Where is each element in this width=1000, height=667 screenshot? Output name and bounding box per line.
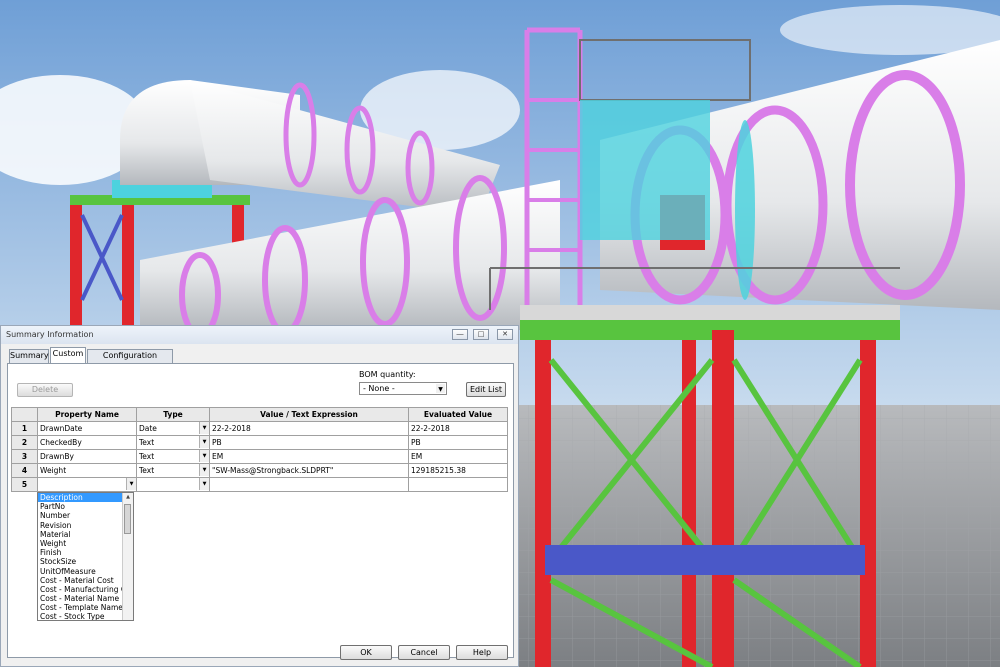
value-expression-cell[interactable]: "SW-Mass@Strongback.SLDPRT" — [209, 463, 409, 478]
list-item[interactable]: Cost - Stock Type — [38, 612, 124, 620]
close-button[interactable]: ✕ — [497, 329, 513, 340]
property-name-cell[interactable]: DrawnDate — [37, 421, 137, 436]
summary-information-dialog: Summary Information ― □ ✕ Summary Custom… — [0, 325, 519, 667]
help-button[interactable]: Help — [456, 645, 508, 660]
chevron-down-icon[interactable]: ▼ — [126, 478, 136, 490]
chevron-down-icon[interactable]: ▼ — [199, 478, 209, 490]
row-number: 4 — [11, 463, 38, 478]
type-value: Text — [139, 438, 155, 447]
list-item[interactable]: Weight — [38, 539, 124, 548]
evaluated-value-cell: EM — [408, 449, 508, 464]
chevron-down-icon: ▼ — [436, 384, 445, 393]
property-name-dropdown-list[interactable]: Description PartNo Number Revision Mater… — [37, 492, 134, 621]
value-expression-cell[interactable]: PB — [209, 435, 409, 450]
maximize-button[interactable]: □ — [473, 329, 489, 340]
list-item[interactable]: Description — [38, 493, 124, 503]
list-item[interactable]: Cost - Material Name — [38, 594, 124, 603]
ok-button[interactable]: OK — [340, 645, 392, 660]
list-item[interactable]: Cost - Material Cost — [38, 576, 124, 585]
type-value: Text — [139, 466, 155, 475]
edit-list-button[interactable]: Edit List — [466, 382, 506, 397]
bom-quantity-value: - None - — [363, 384, 395, 393]
list-item[interactable]: Material — [38, 530, 124, 539]
custom-properties-table: Property Name Type Value / Text Expressi… — [11, 407, 508, 492]
list-item[interactable]: UnitOfMeasure — [38, 567, 124, 576]
type-cell[interactable]: Date ▼ — [136, 421, 210, 436]
row-number: 5 — [11, 477, 38, 492]
chevron-down-icon[interactable]: ▼ — [199, 450, 209, 462]
list-item[interactable]: Cost - Manufacturing C — [38, 585, 124, 594]
row-number: 2 — [11, 435, 38, 450]
table-row: 1 DrawnDate Date ▼ 22-2-2018 22-2-2018 — [11, 421, 508, 436]
list-item[interactable]: PartNo — [38, 502, 124, 511]
table-row: 4 Weight Text ▼ "SW-Mass@Strongback.SLDPR… — [11, 463, 508, 478]
table-row: 5 ▼ ▼ — [11, 477, 508, 492]
table-row: 2 CheckedBy Text ▼ PB PB — [11, 435, 508, 450]
delete-button[interactable]: Delete — [17, 383, 73, 397]
evaluated-value-cell: 22-2-2018 — [408, 421, 508, 436]
property-name-cell[interactable]: ▼ — [37, 477, 137, 492]
tab-configuration-specific[interactable]: Configuration Specific — [87, 349, 173, 372]
scroll-up-icon[interactable]: ▲ — [123, 493, 133, 502]
type-cell[interactable]: ▼ — [136, 477, 210, 492]
chevron-down-icon[interactable]: ▼ — [199, 436, 209, 448]
type-value: Text — [139, 452, 155, 461]
list-item[interactable]: Number — [38, 511, 124, 520]
dialog-title: Summary Information — [6, 330, 94, 339]
chevron-down-icon[interactable]: ▼ — [199, 422, 209, 434]
tab-summary[interactable]: Summary — [9, 349, 49, 363]
dialog-titlebar: Summary Information ― □ ✕ — [1, 326, 518, 344]
column-header: Evaluated Value — [408, 407, 508, 422]
type-cell[interactable]: Text ▼ — [136, 463, 210, 478]
chevron-down-icon[interactable]: ▼ — [199, 464, 209, 476]
bom-quantity-select[interactable]: - None - ▼ — [359, 382, 447, 395]
list-item[interactable]: Cost - Template Name — [38, 603, 124, 612]
column-header: Property Name — [37, 407, 137, 422]
type-cell[interactable]: Text ▼ — [136, 435, 210, 450]
type-value: Date — [139, 424, 157, 433]
type-cell[interactable]: Text ▼ — [136, 449, 210, 464]
evaluated-value-cell: PB — [408, 435, 508, 450]
list-item[interactable]: Revision — [38, 521, 124, 530]
minimize-button[interactable]: ― — [452, 329, 468, 340]
row-number: 1 — [11, 421, 38, 436]
column-header: Type — [136, 407, 210, 422]
column-header: Value / Text Expression — [209, 407, 409, 422]
row-number: 3 — [11, 449, 38, 464]
tab-custom[interactable]: Custom — [50, 347, 86, 364]
cancel-button[interactable]: Cancel — [398, 645, 450, 660]
scrollbar-thumb[interactable] — [124, 504, 131, 534]
list-item[interactable]: Finish — [38, 548, 124, 557]
row-number-header — [11, 407, 38, 422]
dropdown-scrollbar[interactable]: ▲ — [122, 493, 133, 620]
table-header-row: Property Name Type Value / Text Expressi… — [11, 407, 508, 422]
value-expression-cell[interactable]: EM — [209, 449, 409, 464]
value-expression-cell[interactable] — [209, 477, 409, 492]
value-expression-cell[interactable]: 22-2-2018 — [209, 421, 409, 436]
evaluated-value-cell — [408, 477, 508, 492]
property-name-cell[interactable]: Weight — [37, 463, 137, 478]
evaluated-value-cell: 129185215.38 — [408, 463, 508, 478]
list-item[interactable]: StockSize — [38, 557, 124, 566]
table-row: 3 DrawnBy Text ▼ EM EM — [11, 449, 508, 464]
bom-quantity-label: BOM quantity: — [359, 370, 416, 379]
property-name-cell[interactable]: CheckedBy — [37, 435, 137, 450]
property-name-cell[interactable]: DrawnBy — [37, 449, 137, 464]
